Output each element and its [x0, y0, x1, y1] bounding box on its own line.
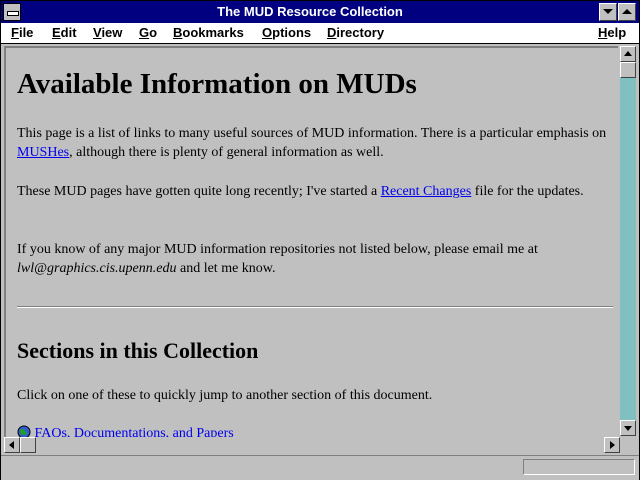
page-heading: Available Information on MUDs — [17, 68, 417, 100]
globe-icon — [17, 425, 31, 437]
scroll-left-icon[interactable] — [4, 437, 20, 453]
menu-bar: File Edit View Go Bookmarks Options Dire… — [1, 23, 639, 44]
recent-changes-link[interactable]: Recent Changes — [381, 184, 472, 199]
horizontal-scroll-thumb[interactable] — [20, 437, 36, 453]
browser-window: The MUD Resource Collection File Edit Vi… — [0, 0, 640, 480]
progress-indicator — [523, 459, 635, 475]
vertical-scrollbar[interactable] — [620, 46, 636, 436]
changes-paragraph: These MUD pages have gotten quite long r… — [17, 184, 584, 199]
menu-file[interactable]: File — [11, 25, 33, 40]
menu-view[interactable]: View — [93, 25, 122, 40]
minimize-icon[interactable] — [599, 3, 617, 21]
status-bar — [1, 455, 639, 480]
menu-options[interactable]: Options — [262, 25, 311, 40]
section-link-item: FAQs, Documentations, and Papers — [17, 424, 607, 437]
sections-intro: Click on one of these to quickly jump to… — [17, 388, 433, 403]
window-title: The MUD Resource Collection — [217, 4, 403, 19]
vertical-scroll-thumb[interactable] — [620, 62, 636, 78]
document-viewport[interactable]: Available Information on MUDs This page … — [4, 46, 618, 437]
menu-go[interactable]: Go — [139, 25, 157, 40]
mushes-link[interactable]: MUSHes — [17, 145, 69, 160]
menu-directory[interactable]: Directory — [327, 25, 384, 40]
maximize-icon[interactable] — [618, 3, 636, 21]
menu-bookmarks[interactable]: Bookmarks — [173, 25, 244, 40]
horizontal-scrollbar[interactable] — [4, 437, 620, 453]
menu-edit[interactable]: Edit — [52, 25, 77, 40]
system-menu-icon[interactable] — [3, 3, 21, 21]
contact-paragraph: If you know of any major MUD information… — [17, 242, 538, 276]
status-text — [5, 459, 517, 475]
menu-help[interactable]: Help — [598, 25, 626, 40]
scroll-up-icon[interactable] — [620, 46, 636, 62]
faqs-section-link[interactable]: FAQs, Documentations, and Papers — [35, 426, 234, 437]
divider — [17, 306, 613, 308]
sections-heading: Sections in this Collection — [17, 338, 259, 363]
intro-paragraph: This page is a list of links to many use… — [17, 126, 607, 160]
contact-email: lwl@graphics.cis.upenn.edu — [17, 261, 177, 276]
scroll-right-icon[interactable] — [604, 437, 620, 453]
title-bar[interactable]: The MUD Resource Collection — [1, 1, 639, 23]
scroll-down-icon[interactable] — [620, 420, 636, 436]
